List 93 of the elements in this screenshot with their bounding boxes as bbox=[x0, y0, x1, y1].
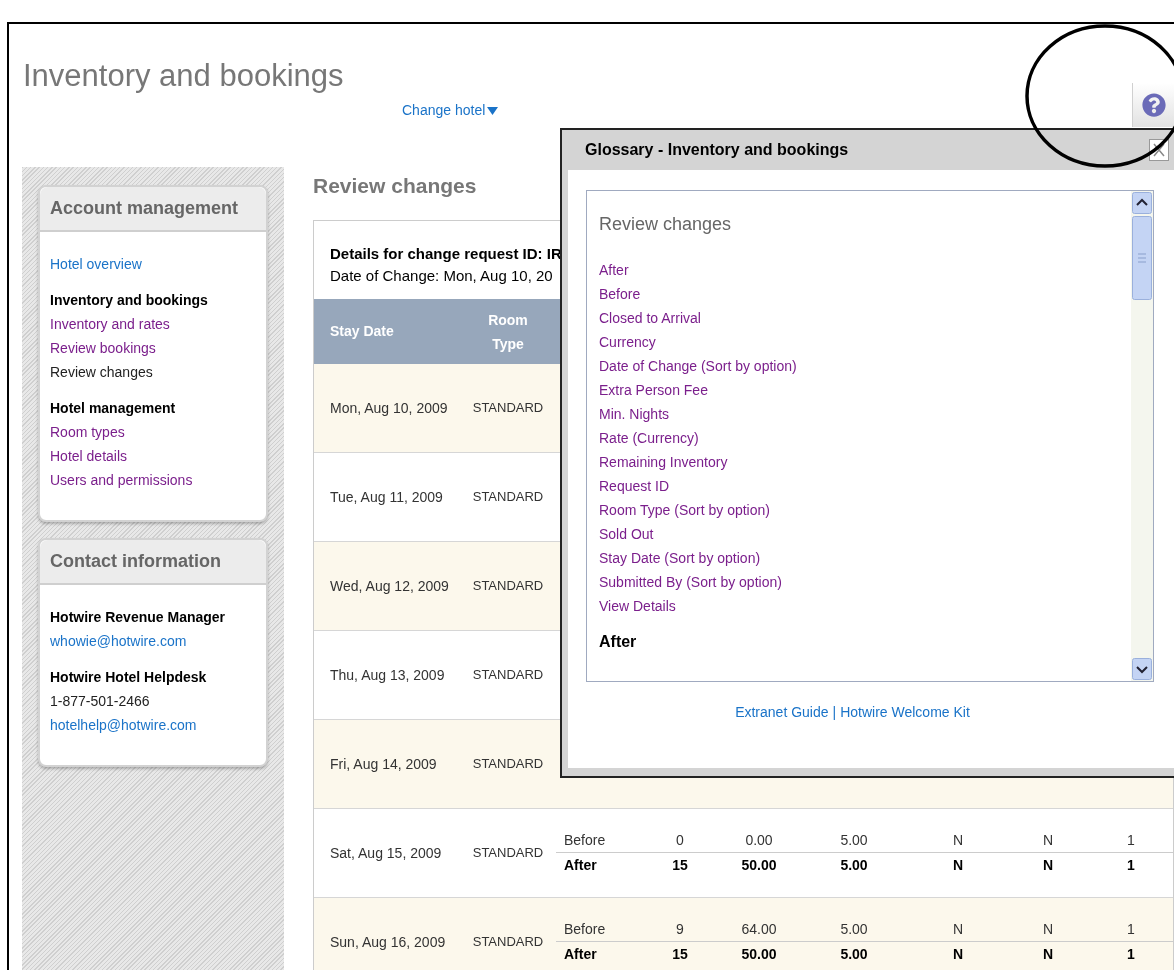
help-button[interactable] bbox=[1132, 83, 1174, 127]
table-cell-text: Sat, Aug 15, 2009 bbox=[330, 843, 442, 863]
table-cell-text: 5.00 bbox=[839, 919, 869, 939]
table-cell-text: Before bbox=[563, 830, 607, 850]
section-heading: Inventory and bookings bbox=[50, 291, 208, 310]
table-cell-text: 15 bbox=[671, 856, 689, 875]
scroll-down-icon[interactable] bbox=[1132, 658, 1152, 680]
section-heading: Hotel management bbox=[50, 399, 176, 418]
glossary-term-link[interactable]: Remaining Inventory bbox=[599, 450, 728, 474]
card-title: Contact information bbox=[50, 551, 221, 571]
sidebar-text: 1-877-501-2466 bbox=[50, 692, 150, 711]
glossary-term-link[interactable]: Currency bbox=[599, 330, 656, 354]
change-hotel-link[interactable]: Change hotel bbox=[402, 100, 499, 121]
scroll-thumb[interactable] bbox=[1132, 216, 1152, 300]
table-cell-text: Fri, Aug 14, 2009 bbox=[330, 754, 437, 774]
glossary-term-link[interactable]: Closed to Arrival bbox=[599, 306, 701, 330]
section-heading: Hotwire Revenue Manager bbox=[50, 608, 226, 627]
glossary-term-link[interactable]: Room Type (Sort by option) bbox=[599, 498, 770, 522]
sidebar-link[interactable]: whowie@hotwire.com bbox=[50, 629, 187, 653]
glossary-term-link[interactable]: Submitted By (Sort by option) bbox=[599, 570, 782, 594]
table-cell-text: Before bbox=[563, 919, 607, 939]
table-cell-text: N bbox=[1041, 830, 1055, 850]
table-cell-text: N bbox=[951, 945, 965, 964]
sidebar-link[interactable]: Review bookings bbox=[50, 336, 156, 360]
date-of-change: Date of Change: Mon, Aug 10, 20 bbox=[330, 266, 553, 286]
table-cell-text: Mon, Aug 10, 2009 bbox=[330, 398, 448, 418]
glossary-term-link[interactable]: Stay Date (Sort by option) bbox=[599, 546, 761, 570]
glossary-term-link[interactable]: Extra Person Fee bbox=[599, 378, 708, 402]
glossary-term-link[interactable]: Sold Out bbox=[599, 522, 654, 546]
table-cell-text: 9 bbox=[675, 919, 685, 939]
table-cell-text: 1 bbox=[1126, 945, 1136, 964]
table-cell-text: 64.00 bbox=[740, 919, 778, 939]
glossary-term-link[interactable]: Before bbox=[599, 282, 641, 306]
section-heading: Hotwire Hotel Helpdesk bbox=[50, 668, 207, 687]
welcome-kit-link[interactable]: Hotwire Welcome Kit bbox=[840, 702, 970, 723]
table-cell-text: 5.00 bbox=[839, 856, 869, 875]
page-title: Inventory and bookings bbox=[23, 57, 344, 95]
glossary-term-link[interactable]: Min. Nights bbox=[599, 402, 670, 426]
help-icon bbox=[1141, 93, 1166, 117]
sidebar-link[interactable]: Inventory and rates bbox=[50, 312, 170, 336]
section-title: Review changes bbox=[313, 173, 478, 199]
glossary-section-title: Review changes bbox=[599, 213, 732, 236]
table-cell-text: STANDARD bbox=[472, 488, 544, 507]
table-cell-text: 1 bbox=[1126, 919, 1136, 939]
sidebar-link[interactable]: Hotel overview bbox=[50, 252, 142, 276]
sidebar-text: Review changes bbox=[50, 363, 153, 382]
table-cell-text: 0 bbox=[675, 830, 685, 850]
sidebar-link[interactable]: Users and permissions bbox=[50, 468, 193, 492]
table-cell-text: STANDARD bbox=[472, 666, 544, 685]
table-cell-text: 1 bbox=[1126, 856, 1136, 875]
table-cell-text: 5.00 bbox=[839, 830, 869, 850]
table-cell-text: 15 bbox=[671, 945, 689, 964]
extranet-guide-link[interactable]: Extranet Guide bbox=[735, 702, 829, 723]
glossary-term-link[interactable]: View Details bbox=[599, 594, 676, 618]
table-cell-text: 1 bbox=[1126, 830, 1136, 850]
table-cell-text: N bbox=[951, 856, 965, 875]
table-cell-text: 5.00 bbox=[839, 945, 869, 964]
close-icon bbox=[1153, 143, 1165, 157]
table-cell-text: STANDARD bbox=[472, 399, 544, 418]
scroll-up-icon[interactable] bbox=[1132, 192, 1152, 214]
table-cell-text: Wed, Aug 12, 2009 bbox=[330, 576, 449, 596]
table-cell-text: N bbox=[951, 830, 965, 850]
sidebar-link[interactable]: Hotel details bbox=[50, 444, 128, 468]
table-cell-text: Thu, Aug 13, 2009 bbox=[330, 665, 445, 685]
table-cell-text: STANDARD bbox=[472, 577, 544, 596]
table-cell-text: STANDARD bbox=[472, 844, 544, 863]
caret-icon bbox=[487, 106, 499, 115]
table-cell-text: Sun, Aug 16, 2009 bbox=[330, 932, 446, 952]
table-cell-text: N bbox=[1041, 856, 1055, 875]
column-header: Room Type bbox=[487, 310, 529, 354]
table-cell-text: Tue, Aug 11, 2009 bbox=[330, 487, 443, 507]
table-cell-text: N bbox=[1041, 945, 1055, 964]
table-cell-text: STANDARD bbox=[472, 933, 544, 952]
glossary-term-link[interactable]: Date of Change (Sort by option) bbox=[599, 354, 797, 378]
definition-heading: After bbox=[599, 632, 637, 652]
dialog-title: Glossary - Inventory and bookings bbox=[585, 140, 849, 160]
sidebar-link[interactable]: hotelhelp@hotwire.com bbox=[50, 713, 197, 737]
glossary-term-link[interactable]: Request ID bbox=[599, 474, 670, 498]
glossary-term-link[interactable]: Rate (Currency) bbox=[599, 426, 699, 450]
card-title: Account management bbox=[50, 198, 239, 218]
table-cell-text: 50.00 bbox=[740, 945, 778, 964]
table-cell-text: STANDARD bbox=[472, 755, 544, 774]
link-separator: | bbox=[832, 703, 837, 722]
table-cell-text: N bbox=[951, 919, 965, 939]
column-header: Stay Date bbox=[329, 322, 395, 341]
glossary-term-link[interactable]: After bbox=[599, 258, 629, 282]
table-cell-text: After bbox=[563, 945, 598, 964]
table-cell-text: After bbox=[563, 856, 598, 875]
table-cell-text: N bbox=[1041, 919, 1055, 939]
table-cell-text: 0.00 bbox=[744, 830, 774, 850]
sidebar-link[interactable]: Room types bbox=[50, 420, 125, 444]
scrollbar[interactable] bbox=[1131, 191, 1153, 681]
table-cell-text: 50.00 bbox=[740, 856, 778, 875]
